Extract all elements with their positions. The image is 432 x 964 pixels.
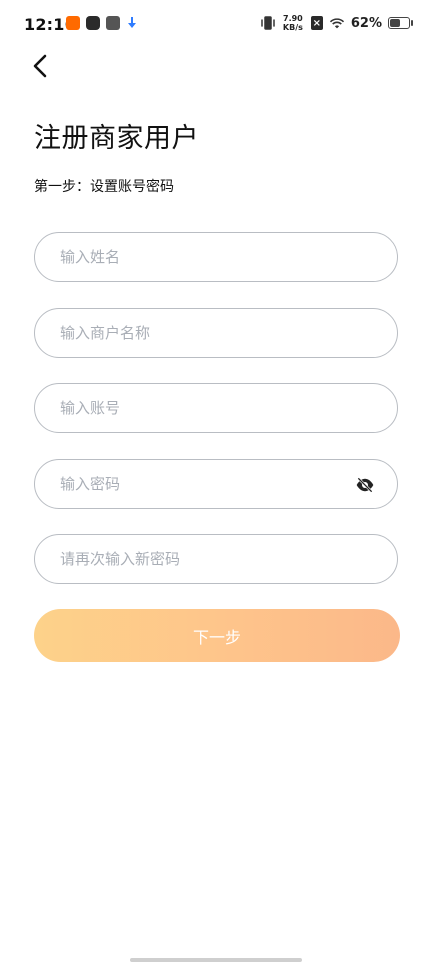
battery-icon <box>388 17 413 29</box>
network-speed: 7.90 KB/s <box>283 14 303 32</box>
password-input[interactable] <box>58 474 352 494</box>
status-bar: 12:16 7.90 KB/s × 62% <box>0 0 432 52</box>
back-arrow-icon <box>33 54 47 78</box>
name-field[interactable] <box>34 232 398 282</box>
back-button[interactable] <box>26 50 54 82</box>
next-button[interactable]: 下一步 <box>34 609 400 662</box>
no-sim-icon: × <box>310 16 323 30</box>
eye-off-icon[interactable] <box>355 475 375 495</box>
download-icon <box>126 16 138 30</box>
merchant-name-input[interactable] <box>58 323 397 343</box>
name-input[interactable] <box>58 247 397 267</box>
password-field[interactable] <box>34 459 398 509</box>
step-label: 第一步：设置账号密码 <box>34 179 174 195</box>
status-notification-icons <box>66 16 138 30</box>
home-indicator[interactable] <box>130 958 302 962</box>
vibrate-icon <box>261 16 275 30</box>
confirm-password-field[interactable] <box>34 534 398 584</box>
taobao-app-icon <box>66 16 80 30</box>
page-title: 注册商家用户 <box>34 123 199 154</box>
loop-app-icon <box>86 16 100 30</box>
account-field[interactable] <box>34 383 398 433</box>
network-speed-value: 7.90 <box>283 14 303 23</box>
merchant-name-field[interactable] <box>34 308 398 358</box>
confirm-password-input[interactable] <box>58 549 397 569</box>
status-right: 7.90 KB/s × 62% <box>259 14 413 32</box>
vivo-app-icon <box>106 16 120 30</box>
account-input[interactable] <box>58 398 397 418</box>
network-speed-unit: KB/s <box>282 23 303 32</box>
battery-percent: 62% <box>350 15 382 31</box>
next-button-label: 下一步 <box>192 627 241 647</box>
wifi-icon <box>329 18 344 29</box>
